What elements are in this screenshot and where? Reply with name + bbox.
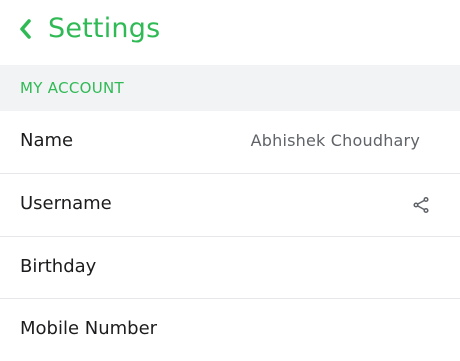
row-label-birthday: Birthday xyxy=(20,256,97,277)
settings-row-name[interactable]: Name Abhishek Choudhary xyxy=(0,111,460,173)
chevron-left-icon xyxy=(20,19,31,39)
settings-row-mobile-number[interactable]: Mobile Number xyxy=(0,299,460,361)
share-icon[interactable] xyxy=(412,196,430,214)
row-value-name: Abhishek Choudhary xyxy=(250,131,420,150)
section-header-my-account: MY ACCOUNT xyxy=(0,65,460,111)
back-button[interactable] xyxy=(14,16,36,42)
row-label-name: Name xyxy=(20,130,74,151)
section-label: MY ACCOUNT xyxy=(20,79,124,97)
row-label-mobile-number: Mobile Number xyxy=(20,318,158,339)
header: Settings xyxy=(0,0,460,64)
row-label-username: Username xyxy=(20,193,112,214)
settings-row-username[interactable]: Username xyxy=(0,174,460,236)
settings-row-birthday[interactable]: Birthday xyxy=(0,237,460,299)
page-title: Settings xyxy=(48,13,161,44)
settings-screen: Settings MY ACCOUNT Name Abhishek Choudh… xyxy=(0,0,460,361)
